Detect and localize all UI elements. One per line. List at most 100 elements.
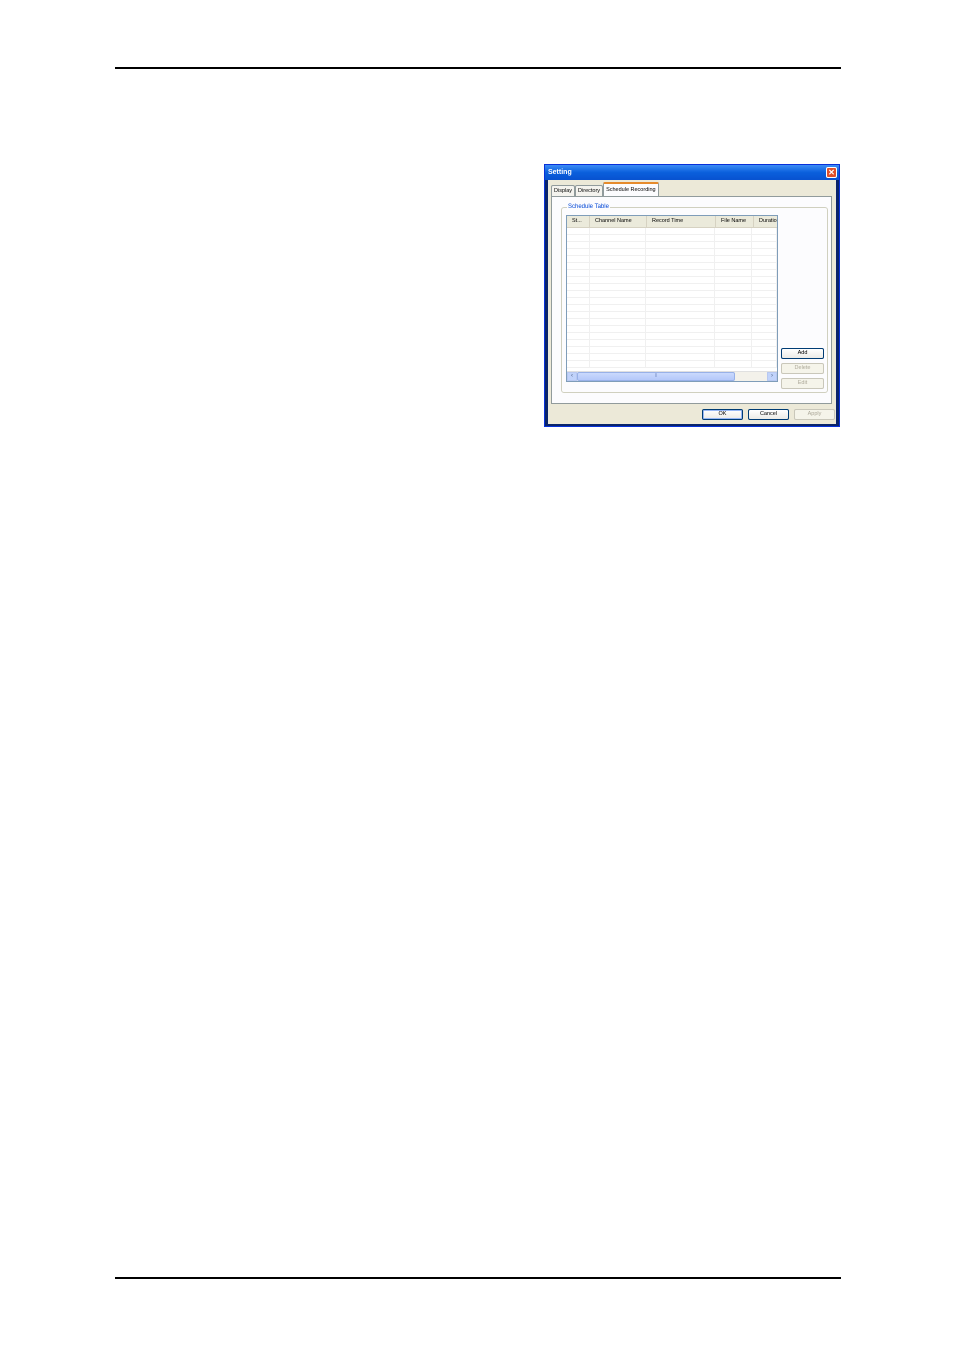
table-row [567, 256, 777, 263]
table-cell [752, 256, 777, 262]
footer-rule [115, 1277, 841, 1279]
table-row [567, 270, 777, 277]
table-cell [567, 326, 590, 332]
table-row [567, 305, 777, 312]
table-cell [715, 319, 753, 325]
dialog-titlebar[interactable]: Setting ✕ [545, 165, 839, 180]
table-cell [590, 284, 647, 290]
table-cell [715, 354, 753, 360]
tab-panel-schedule-recording: Schedule Table St... Channel Name Record… [551, 196, 832, 404]
scroll-thumb[interactable]: ⦀ [577, 372, 735, 381]
table-cell [752, 305, 777, 311]
table-cell [567, 340, 590, 346]
column-header-file-name[interactable]: File Name [716, 216, 754, 227]
table-cell [590, 249, 647, 255]
table-cell [715, 263, 753, 269]
table-body [567, 228, 777, 371]
table-cell [567, 228, 590, 234]
table-row [567, 291, 777, 298]
table-cell [646, 340, 715, 346]
table-row [567, 340, 777, 347]
add-button[interactable]: Add [781, 348, 824, 359]
tab-schedule-recording[interactable]: Schedule Recording [603, 182, 659, 196]
table-row [567, 354, 777, 361]
table-cell [590, 340, 647, 346]
table-cell [590, 312, 647, 318]
table-cell [752, 298, 777, 304]
table-cell [567, 277, 590, 283]
table-cell [752, 270, 777, 276]
table-cell [646, 347, 715, 353]
table-cell [646, 312, 715, 318]
setting-dialog: Setting ✕ Display Directory Schedule Rec… [544, 164, 840, 427]
table-cell [567, 263, 590, 269]
table-cell [567, 361, 590, 367]
delete-button[interactable]: Delete [781, 363, 824, 374]
tab-display[interactable]: Display [551, 185, 576, 196]
schedule-table[interactable]: St... Channel Name Record Time File Name… [566, 215, 778, 382]
table-cell [590, 242, 647, 248]
horizontal-scrollbar[interactable]: ‹ ⦀ › [567, 371, 777, 381]
table-cell [715, 333, 753, 339]
table-cell [567, 312, 590, 318]
table-cell [567, 354, 590, 360]
table-cell [590, 319, 647, 325]
table-cell [590, 291, 647, 297]
table-cell [646, 333, 715, 339]
table-cell [715, 361, 753, 367]
scroll-left-icon[interactable]: ‹ [567, 372, 577, 381]
table-cell [646, 256, 715, 262]
table-cell [590, 333, 647, 339]
table-cell [715, 305, 753, 311]
table-cell [590, 305, 647, 311]
table-cell [715, 326, 753, 332]
tab-strip: Display Directory Schedule Recording [551, 182, 659, 196]
table-cell [646, 361, 715, 367]
table-row [567, 312, 777, 319]
table-cell [567, 284, 590, 290]
schedule-table-label: Schedule Table [567, 203, 610, 211]
table-row [567, 228, 777, 235]
column-header-status[interactable]: St... [567, 216, 590, 227]
column-header-duration[interactable]: Duratio [754, 216, 777, 227]
cancel-button[interactable]: Cancel [748, 409, 789, 420]
table-cell [715, 228, 753, 234]
table-cell [646, 277, 715, 283]
table-cell [715, 291, 753, 297]
ok-button[interactable]: OK [702, 409, 743, 420]
table-cell [752, 326, 777, 332]
table-cell [715, 235, 753, 241]
table-cell [752, 354, 777, 360]
table-row [567, 298, 777, 305]
table-cell [752, 263, 777, 269]
apply-button[interactable]: Apply [794, 409, 835, 420]
schedule-table-group: Schedule Table St... Channel Name Record… [561, 203, 828, 393]
table-cell [567, 256, 590, 262]
scroll-right-icon[interactable]: › [767, 372, 777, 381]
table-cell [567, 298, 590, 304]
table-cell [715, 312, 753, 318]
table-cell [752, 312, 777, 318]
edit-button[interactable]: Edit [781, 378, 824, 389]
table-cell [715, 284, 753, 290]
table-cell [715, 270, 753, 276]
table-cell [646, 249, 715, 255]
table-cell [567, 347, 590, 353]
column-header-channel-name[interactable]: Channel Name [590, 216, 647, 227]
table-header: St... Channel Name Record Time File Name… [567, 216, 777, 228]
table-cell [752, 291, 777, 297]
table-cell [590, 347, 647, 353]
table-cell [752, 235, 777, 241]
table-cell [646, 326, 715, 332]
table-row [567, 347, 777, 354]
table-cell [646, 242, 715, 248]
table-cell [646, 298, 715, 304]
table-cell [567, 249, 590, 255]
table-cell [590, 361, 647, 367]
column-header-record-time[interactable]: Record Time [647, 216, 716, 227]
tab-directory[interactable]: Directory [575, 185, 604, 196]
table-cell [715, 256, 753, 262]
table-row [567, 242, 777, 249]
close-icon[interactable]: ✕ [826, 167, 837, 178]
dialog-client-area: Display Directory Schedule Recording Sch… [548, 180, 836, 424]
